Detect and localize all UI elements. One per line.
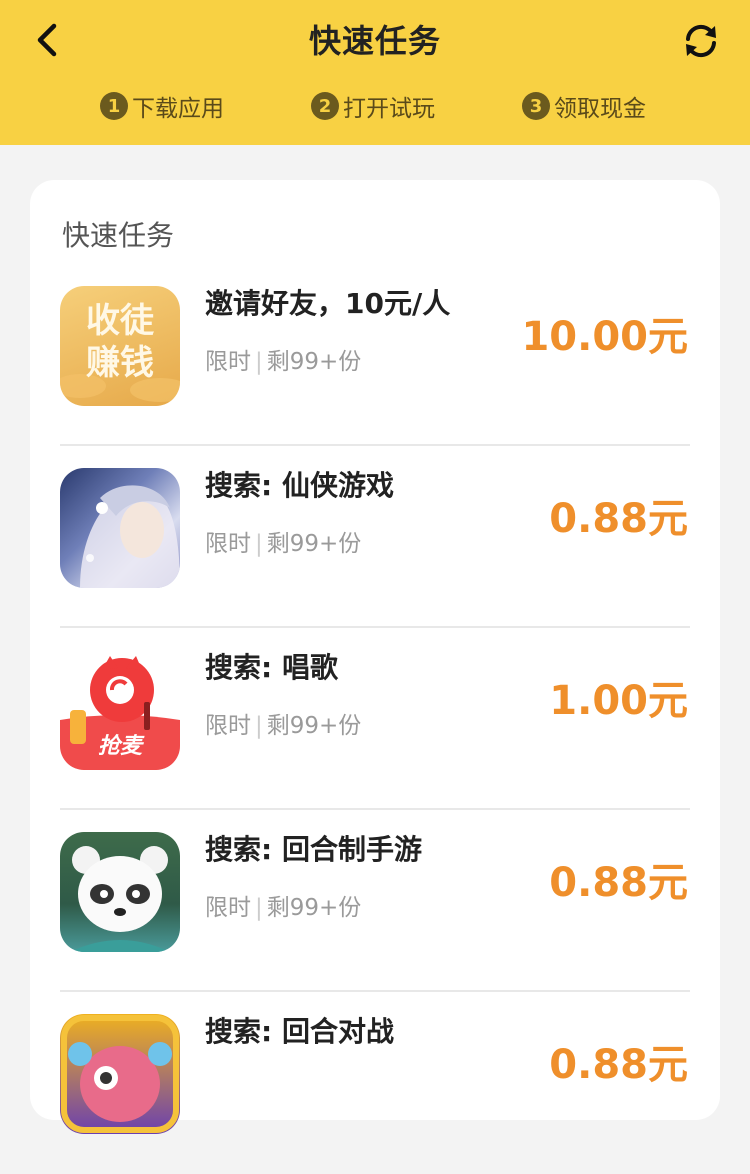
task-name: 搜索: 仙侠游戏 bbox=[205, 469, 394, 502]
task-tag: 限时 bbox=[205, 349, 251, 375]
step-label: 下载应用 bbox=[132, 96, 224, 122]
separator: | bbox=[255, 713, 263, 739]
task-row[interactable]: 抢麦 搜索: 唱歌 限时 | 剩99+份 1.00元 bbox=[60, 628, 690, 810]
task-row[interactable]: 搜索: 回合对战 0.88元 bbox=[60, 992, 690, 1174]
task-meta: 限时 | 剩99+份 bbox=[205, 342, 361, 376]
header: 快速任务 1 下载应用 2 打开试玩 3 领取现金 bbox=[0, 0, 750, 145]
page-title: 快速任务 bbox=[308, 22, 441, 60]
step-3: 3 领取现金 bbox=[522, 88, 646, 124]
task-remaining: 剩99+份 bbox=[266, 531, 362, 557]
step-number: 1 bbox=[100, 92, 128, 120]
task-name: 搜索: 回合制手游 bbox=[205, 833, 422, 866]
task-reward: 0.88元 bbox=[549, 1042, 688, 1088]
task-card: 快速任务 收徒 赚钱 邀请好友，10元/人 限时|剩99+份 10.00元 bbox=[30, 180, 720, 1134]
steps-bar: 1 下载应用 2 打开试玩 3 领取现金 bbox=[0, 88, 750, 124]
battle-game-app-icon bbox=[60, 1014, 180, 1134]
task-remaining: 剩99+份 bbox=[266, 895, 362, 921]
task-row[interactable]: 收徒 赚钱 邀请好友，10元/人 限时 | 剩99+份 10.00元 bbox=[60, 264, 690, 446]
task-remaining: 剩99+份 bbox=[266, 713, 362, 739]
task-name: 邀请好友，10元/人 bbox=[205, 287, 451, 320]
invite-friends-app-icon: 收徒 赚钱 bbox=[60, 286, 180, 406]
task-tag: 限时 bbox=[205, 895, 251, 921]
task-meta: 限时 | 剩99+份 bbox=[205, 706, 361, 740]
refresh-icon bbox=[686, 24, 716, 58]
task-reward: 0.88元 bbox=[549, 496, 688, 542]
separator: | bbox=[255, 895, 263, 921]
svg-text:抢麦: 抢麦 bbox=[98, 733, 145, 759]
step-label: 领取现金 bbox=[554, 96, 646, 122]
task-tag: 限时 bbox=[205, 531, 251, 557]
panda-game-app-icon bbox=[60, 832, 180, 952]
task-meta: 限时 | 剩99+份 bbox=[205, 888, 361, 922]
step-number: 3 bbox=[522, 92, 550, 120]
task-reward: 1.00元 bbox=[549, 678, 688, 724]
task-row[interactable]: 搜索: 回合制手游 限时 | 剩99+份 0.88元 bbox=[60, 810, 690, 992]
task-tag: 限时 bbox=[205, 713, 251, 739]
task-meta: 限时 | 剩99+份 bbox=[205, 524, 361, 558]
task-remaining: 剩99+份 bbox=[266, 349, 362, 375]
section-title: 快速任务 bbox=[62, 219, 175, 252]
qiangmai-karaoke-app-icon: 抢麦 bbox=[60, 650, 180, 770]
svg-text:收徒: 收徒 bbox=[86, 301, 155, 341]
task-reward: 0.88元 bbox=[549, 860, 688, 906]
task-reward: 10.00元 bbox=[521, 314, 688, 360]
step-number: 2 bbox=[311, 92, 339, 120]
task-row[interactable]: 搜索: 仙侠游戏 限时 | 剩99+份 0.88元 bbox=[60, 446, 690, 628]
task-name: 搜索: 回合对战 bbox=[205, 1015, 394, 1048]
svg-text:赚钱: 赚钱 bbox=[86, 343, 154, 383]
task-name: 搜索: 唱歌 bbox=[205, 651, 338, 684]
separator: | bbox=[255, 531, 263, 557]
separator: | bbox=[255, 349, 263, 375]
xianxia-game-app-icon bbox=[60, 468, 180, 588]
step-1: 1 下载应用 bbox=[100, 88, 224, 124]
step-2: 2 打开试玩 bbox=[311, 88, 435, 124]
refresh-button[interactable] bbox=[674, 14, 728, 68]
step-label: 打开试玩 bbox=[343, 96, 435, 122]
